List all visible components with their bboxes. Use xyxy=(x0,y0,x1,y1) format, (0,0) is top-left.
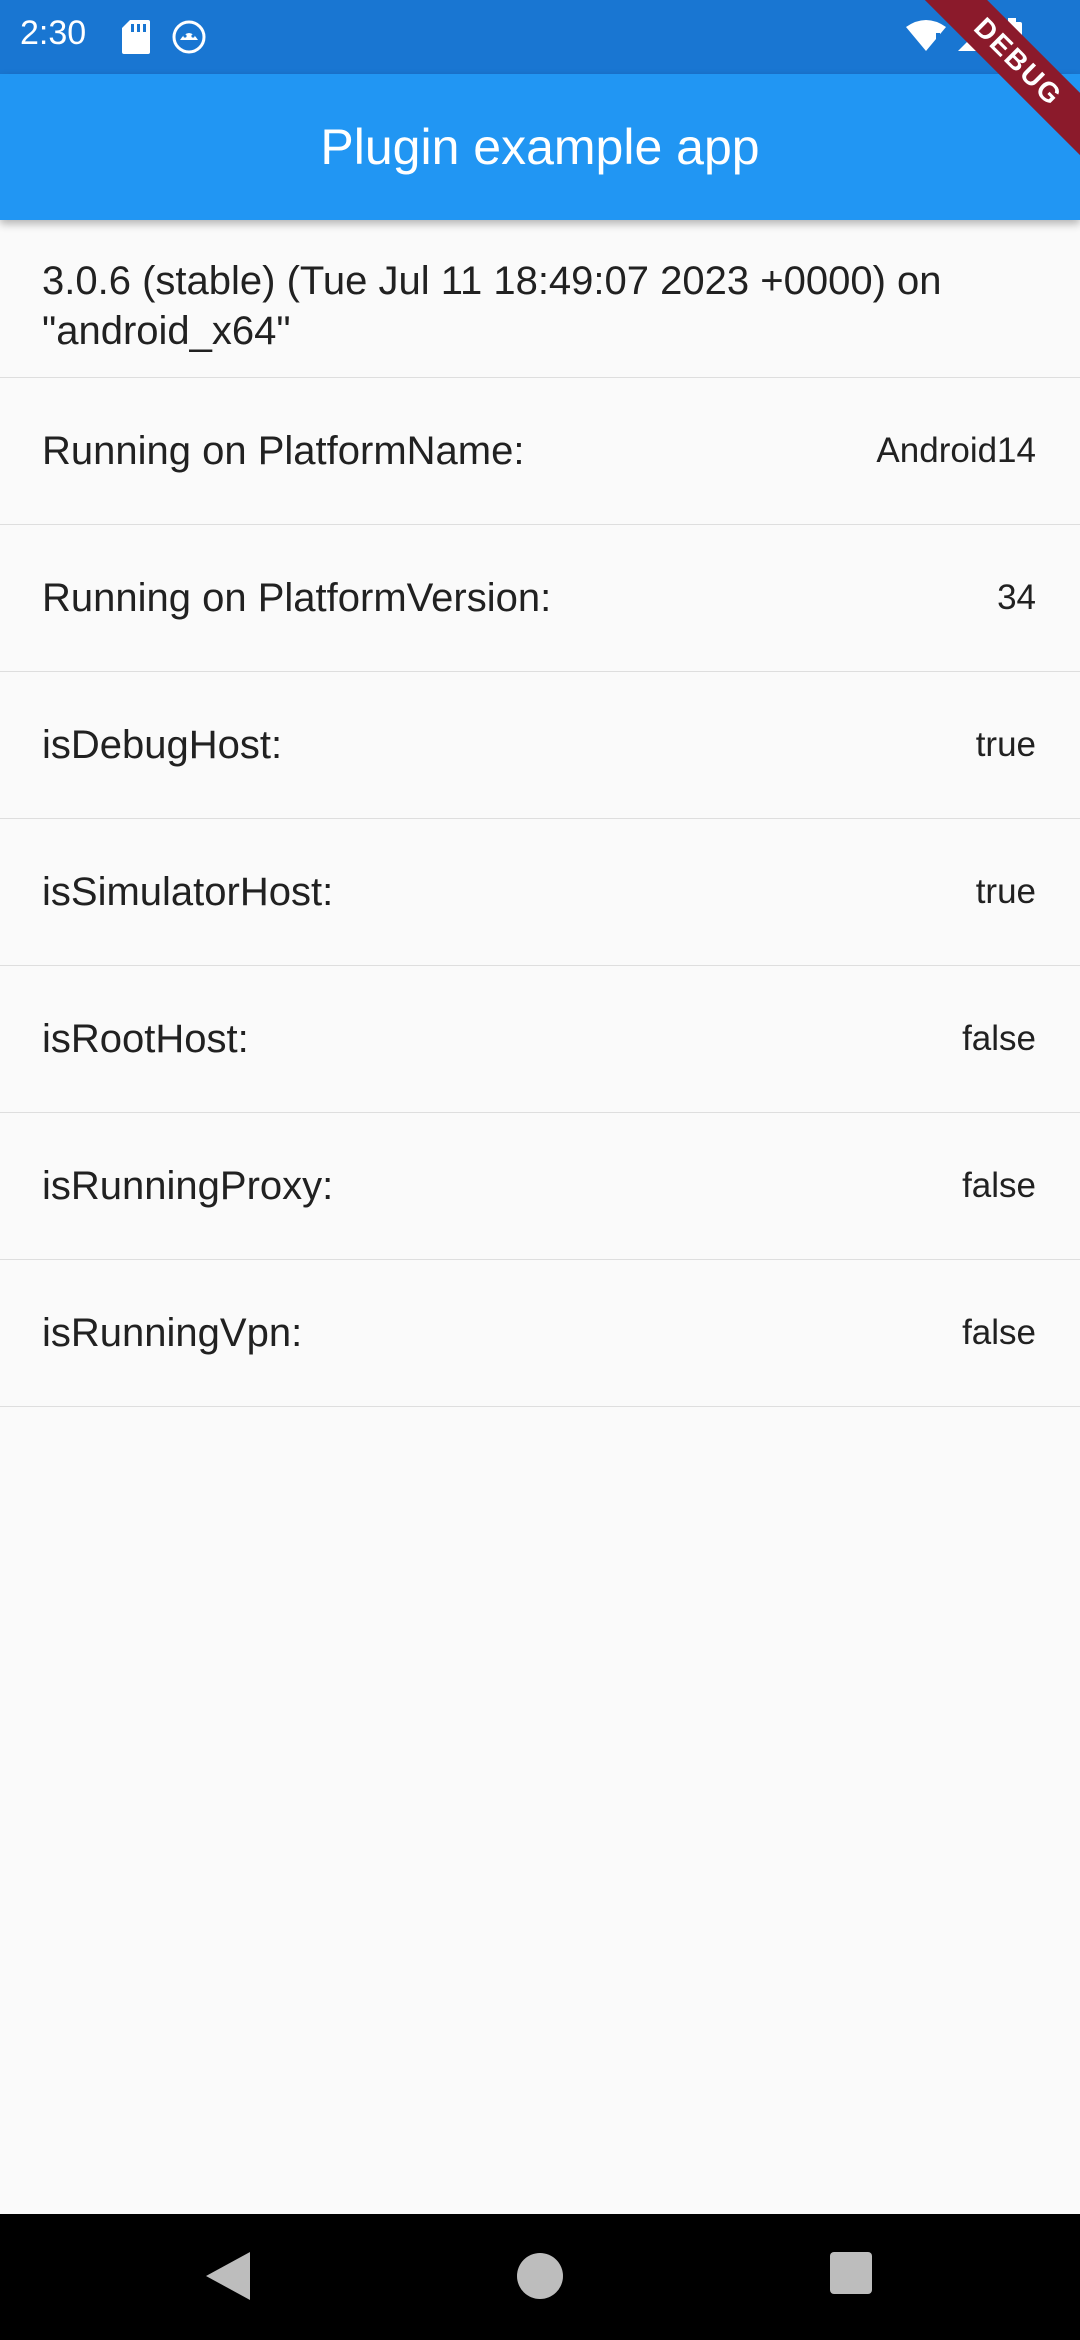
sd-card-icon xyxy=(122,20,150,59)
home-icon[interactable] xyxy=(516,2252,564,2305)
list-item: isRootHost: false xyxy=(0,966,1080,1113)
list-item: isSimulatorHost: true xyxy=(0,819,1080,966)
row-label: isRunningVpn: xyxy=(42,1310,303,1355)
status-left-icons xyxy=(122,20,206,59)
list-item: Running on PlatformName: Android14 xyxy=(0,378,1080,525)
row-value: 34 xyxy=(997,578,1036,617)
android-debug-icon xyxy=(172,20,206,59)
status-time: 2:30 xyxy=(20,14,87,52)
list-item: isRunningVpn: false xyxy=(0,1260,1080,1407)
status-bar: 2:30 xyxy=(0,0,1080,74)
row-value: true xyxy=(975,872,1036,911)
row-value: true xyxy=(975,725,1036,764)
flutter-version-text: 3.0.6 (stable) (Tue Jul 11 18:49:07 2023… xyxy=(0,220,1080,378)
row-value: Android14 xyxy=(876,431,1036,470)
row-label: isRunningProxy: xyxy=(42,1163,334,1208)
app-bar: Plugin example app xyxy=(0,74,1080,220)
recents-icon[interactable] xyxy=(830,2252,872,2299)
list-item: isRunningProxy: false xyxy=(0,1113,1080,1260)
row-value: false xyxy=(962,1019,1036,1058)
row-value: false xyxy=(962,1313,1036,1352)
list-item: Running on PlatformVersion: 34 xyxy=(0,525,1080,672)
row-label: isRootHost: xyxy=(42,1016,249,1061)
back-icon[interactable] xyxy=(206,2252,250,2305)
info-list: 3.0.6 (stable) (Tue Jul 11 18:49:07 2023… xyxy=(0,220,1080,1407)
wifi-icon xyxy=(906,19,946,56)
row-label: Running on PlatformName: xyxy=(42,428,525,473)
page-title: Plugin example app xyxy=(320,119,760,175)
row-label: isDebugHost: xyxy=(42,722,283,767)
list-item: isDebugHost: true xyxy=(0,672,1080,819)
row-label: Running on PlatformVersion: xyxy=(42,575,552,620)
row-label: isSimulatorHost: xyxy=(42,869,334,914)
row-value: false xyxy=(962,1166,1036,1205)
navigation-bar xyxy=(0,2214,1080,2340)
